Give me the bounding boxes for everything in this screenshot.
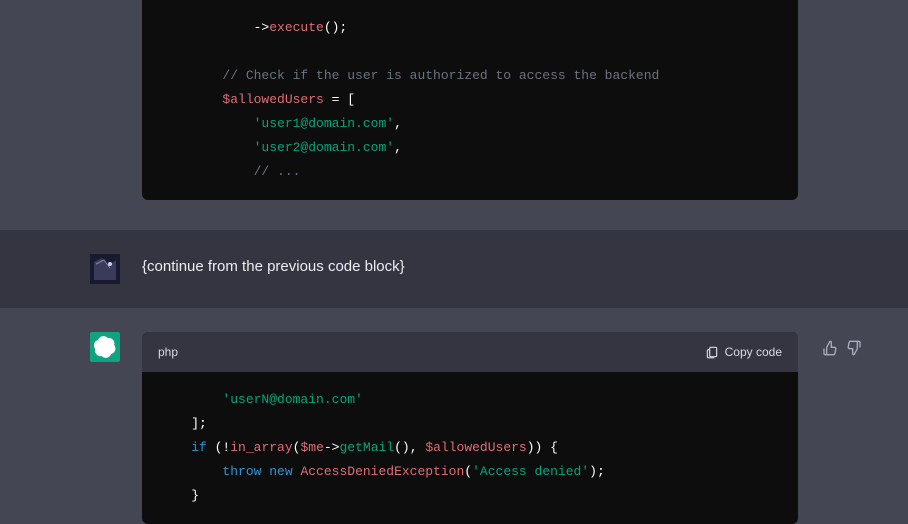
code-text: ,: [394, 140, 402, 155]
clipboard-icon: [705, 345, 719, 359]
code-text: = [: [324, 92, 355, 107]
code-var: $me: [300, 440, 323, 455]
assistant-avatar: [90, 332, 120, 362]
code-lang-label: php: [158, 345, 178, 359]
code-string: 'Access denied': [472, 464, 589, 479]
code-pre-2: 'userN@domain.com' ]; if (!in_array ( $me-…: [142, 372, 798, 524]
code-keyword: throw: [222, 464, 261, 479]
code-text: ->: [324, 440, 340, 455]
code-string: 'user2@domain.com': [254, 140, 394, 155]
code-text: ];: [191, 416, 207, 431]
code-var: $allowedUsers: [222, 92, 323, 107]
code-keyword: new: [261, 464, 292, 479]
copy-code-button[interactable]: Copy code: [705, 345, 782, 359]
user-text: {continue from the previous code block}: [142, 254, 908, 275]
user-body: {continue from the previous code block}: [142, 254, 908, 284]
feedback-buttons: [822, 340, 862, 356]
user-message-row: {continue from the previous code block}: [0, 230, 908, 308]
code-comment: // ...: [254, 164, 301, 179]
code-method: getMail: [339, 440, 394, 455]
code-text: );: [589, 464, 605, 479]
code-block-1: ->execute(); // Check if the user is aut…: [142, 0, 798, 200]
code-text: (),: [394, 440, 425, 455]
code-func: in_array: [230, 440, 292, 455]
code-keyword: if: [191, 440, 207, 455]
code-comment: // Check if the user is authorized to ac…: [222, 68, 659, 83]
code-string: 'user1@domain.com': [254, 116, 394, 131]
assistant-message-1: ->execute(); // Check if the user is aut…: [0, 0, 908, 230]
copy-code-label: Copy code: [725, 345, 782, 359]
thumbs-up-icon[interactable]: [822, 340, 838, 356]
code-block-2: php Copy code 'userN@domain.com' ]; if (…: [142, 332, 798, 524]
code-text: ();: [324, 20, 347, 35]
code-text: )) {: [527, 440, 558, 455]
code-pre-1: ->execute(); // Check if the user is aut…: [142, 0, 798, 200]
code-text: }: [191, 488, 199, 503]
assistant-body-2: php Copy code 'userN@domain.com' ]; if (…: [142, 332, 908, 524]
code-string: 'userN@domain.com': [222, 392, 362, 407]
assistant-body-1: ->execute(); // Check if the user is aut…: [142, 0, 908, 200]
code-var: $allowedUsers: [425, 440, 526, 455]
assistant-message-2: php Copy code 'userN@domain.com' ]; if (…: [0, 308, 908, 524]
code-text: (: [464, 464, 472, 479]
code-header: php Copy code: [142, 332, 798, 372]
code-text: ,: [394, 116, 402, 131]
user-avatar: [90, 254, 120, 284]
code-text: (!: [207, 440, 230, 455]
code-class: AccessDeniedException: [293, 464, 465, 479]
thumbs-down-icon[interactable]: [846, 340, 862, 356]
